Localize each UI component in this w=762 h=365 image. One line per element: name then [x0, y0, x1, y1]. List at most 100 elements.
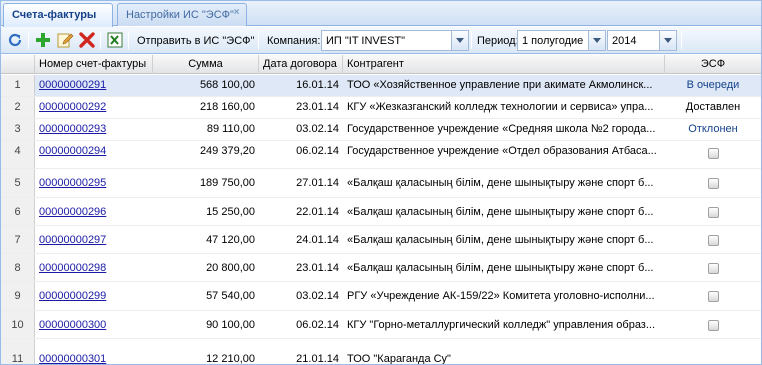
table-row[interactable]: 6 00000000296 15 250,00 22.01.14 «Балқаш…: [1, 198, 761, 226]
row-number: 2: [1, 97, 35, 118]
toolbar: Отправить в ИС "ЭСФ" Компания: ИП "IT IN…: [1, 27, 761, 54]
invoice-link[interactable]: 00000000295: [39, 177, 106, 189]
esf-checkbox[interactable]: [707, 291, 719, 302]
row-number: 1: [1, 75, 35, 96]
esf-checkbox[interactable]: [707, 178, 719, 189]
party-cell: «Балқаш қаласының білім, дене шынықтыру …: [347, 177, 654, 189]
header-sum[interactable]: Сумма: [153, 55, 259, 74]
party-cell: РГУ «Учреждение АК-159/22» Комитета угол…: [347, 290, 655, 302]
chevron-down-icon[interactable]: [659, 31, 676, 50]
date-cell: 03.02.14: [296, 123, 339, 135]
table-row[interactable]: 9 00000000299 57 540,00 03.02.14 РГУ «Уч…: [1, 282, 761, 311]
esf-checkbox[interactable]: [707, 235, 719, 246]
header-date[interactable]: Дата договора: [259, 55, 343, 74]
grid-header: Номер счет-фактуры Сумма Дата договора К…: [1, 55, 761, 74]
delete-icon[interactable]: [78, 31, 96, 49]
row-number: 11: [1, 339, 35, 364]
table-row[interactable]: 11 00000000301 12 210,00 21.01.14 ТОО "К…: [1, 339, 761, 365]
sum-cell: 89 110,00: [206, 123, 255, 135]
chevron-down-icon[interactable]: [451, 31, 468, 50]
sum-cell: 218 160,00: [199, 101, 255, 113]
header-invoice[interactable]: Номер счет-фактуры: [35, 55, 153, 74]
year-select[interactable]: 2014: [607, 30, 677, 51]
company-select-value: ИП "IT INVEST": [326, 35, 406, 47]
period-select-value: 1 полугодие: [522, 35, 584, 47]
date-cell: 27.01.14: [296, 177, 339, 189]
chevron-down-icon[interactable]: [588, 31, 605, 50]
refresh-icon[interactable]: [6, 31, 24, 49]
period-label: Период:: [477, 35, 519, 47]
header-rownum: [1, 55, 35, 74]
row-number: 3: [1, 119, 35, 140]
tab-invoices-label: Счета-фактуры: [12, 9, 97, 21]
table-row[interactable]: 1 00000000291 568 100,00 16.01.14 ТОО «Х…: [1, 75, 761, 97]
party-cell: «Балқаш қаласының білім, дене шынықтыру …: [347, 206, 654, 218]
tab-esf-settings-label: Настройки ИС "ЭСФ": [126, 9, 234, 21]
date-cell: 06.02.14: [296, 319, 339, 331]
party-cell: «Балқаш қаласының білім, дене шынықтыру …: [347, 262, 654, 274]
party-cell: Государственное учреждение «Отдел образо…: [347, 145, 657, 157]
date-cell: 06.02.14: [296, 145, 339, 157]
esf-checkbox[interactable]: [707, 207, 719, 218]
row-number: 10: [1, 311, 35, 338]
header-esf[interactable]: ЭСФ: [665, 55, 761, 74]
table-row[interactable]: 5 00000000295 189 750,00 27.01.14 «Балқа…: [1, 169, 761, 198]
edit-icon[interactable]: [56, 31, 74, 49]
table-row[interactable]: 10 00000000300 90 100,00 06.02.14 КГУ "Г…: [1, 311, 761, 339]
row-number: 5: [1, 169, 35, 197]
table-row[interactable]: 4 00000000294 249 379,20 06.02.14 Госуда…: [1, 141, 761, 169]
row-number: 9: [1, 282, 35, 310]
window: Счета-фактуры Настройки ИС "ЭСФ" × Отпра…: [0, 0, 762, 365]
invoice-link[interactable]: 00000000293: [39, 123, 106, 135]
invoice-link[interactable]: 00000000299: [39, 290, 106, 302]
close-icon[interactable]: ×: [231, 8, 242, 19]
tab-esf-settings[interactable]: Настройки ИС "ЭСФ" ×: [117, 3, 247, 26]
date-cell: 16.01.14: [296, 79, 339, 91]
row-number: 6: [1, 198, 35, 225]
invoice-link[interactable]: 00000000301: [39, 353, 106, 364]
esf-checkbox[interactable]: [707, 320, 719, 331]
date-cell: 24.01.14: [296, 234, 339, 246]
sum-cell: 12 210,00: [206, 353, 255, 365]
invoice-link[interactable]: 00000000296: [39, 206, 106, 218]
sum-cell: 57 540,00: [206, 290, 255, 302]
sum-cell: 15 250,00: [206, 206, 255, 218]
party-cell: КГУ "Горно-металлургический колледж" упр…: [347, 319, 656, 331]
party-cell: «Балқаш қаласының білім, дене шынықтыру …: [347, 234, 654, 246]
invoice-link[interactable]: 00000000298: [39, 262, 106, 274]
table-row[interactable]: 3 00000000293 89 110,00 03.02.14 Государ…: [1, 119, 761, 141]
row-number: 7: [1, 226, 35, 253]
tab-strip: Счета-фактуры Настройки ИС "ЭСФ" ×: [1, 1, 761, 27]
date-cell: 23.01.14: [296, 262, 339, 274]
invoice-link[interactable]: 00000000297: [39, 234, 106, 246]
sum-cell: 568 100,00: [199, 79, 255, 91]
sum-cell: 189 750,00: [199, 177, 255, 189]
sum-cell: 20 800,00: [206, 262, 255, 274]
date-cell: 03.02.14: [296, 290, 339, 302]
invoice-link[interactable]: 00000000294: [39, 145, 106, 157]
invoice-link[interactable]: 00000000292: [39, 101, 106, 113]
date-cell: 21.01.14: [296, 353, 339, 365]
date-cell: 23.01.14: [296, 101, 339, 113]
invoice-link[interactable]: 00000000291: [39, 79, 106, 91]
table-row[interactable]: 7 00000000297 47 120,00 24.01.14 «Балқаш…: [1, 226, 761, 254]
table-row[interactable]: 2 00000000292 218 160,00 23.01.14 КГУ «Ж…: [1, 97, 761, 119]
header-party[interactable]: Контрагент: [343, 55, 665, 74]
party-cell: ТОО «Хозяйственное управление при акимат…: [347, 79, 653, 91]
esf-checkbox[interactable]: [707, 148, 719, 159]
company-select[interactable]: ИП "IT INVEST": [321, 30, 469, 51]
add-icon[interactable]: [34, 31, 52, 49]
sum-cell: 90 100,00: [206, 319, 255, 331]
send-to-esf-button[interactable]: Отправить в ИС "ЭСФ": [137, 35, 254, 47]
table-row[interactable]: 8 00000000298 20 800,00 23.01.14 «Балқаш…: [1, 254, 761, 282]
invoice-link[interactable]: 00000000300: [39, 319, 106, 331]
party-cell: КГУ «Жезказганский колледж технологии и …: [347, 101, 654, 113]
esf-status: Отклонен: [688, 123, 738, 135]
excel-export-icon[interactable]: [106, 31, 124, 49]
esf-checkbox[interactable]: [707, 263, 719, 274]
grid-body: 1 00000000291 568 100,00 16.01.14 ТОО «Х…: [1, 75, 761, 365]
sum-cell: 249 379,20: [199, 145, 255, 157]
period-select[interactable]: 1 полугодие: [517, 30, 606, 51]
tab-invoices[interactable]: Счета-фактуры: [3, 3, 113, 27]
party-cell: Государственное учреждение «Средняя школ…: [347, 123, 656, 135]
